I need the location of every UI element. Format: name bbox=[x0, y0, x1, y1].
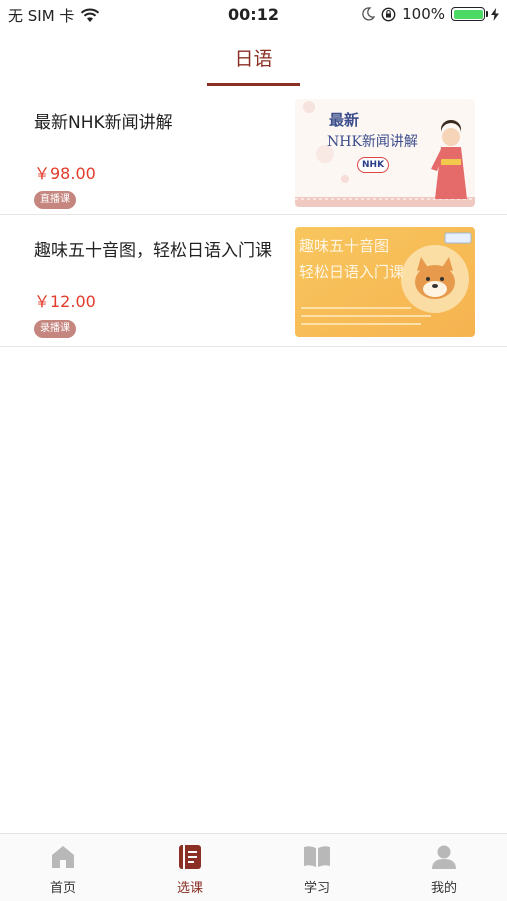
thumbnail-line1: 趣味五十音图 bbox=[299, 237, 390, 255]
nhk-thumbnail-art bbox=[295, 99, 475, 207]
home-icon bbox=[52, 846, 74, 868]
course-title: 最新NHK新闻讲解 bbox=[34, 113, 173, 133]
course-title: 趣味五十音图，轻松日语入门课 bbox=[34, 241, 272, 261]
course-price: ￥98.00 bbox=[34, 164, 96, 183]
battery-icon bbox=[451, 7, 488, 21]
status-bar: 无 SIM 卡 00:12 100% bbox=[0, 0, 507, 30]
nav-label: 选课 bbox=[176, 881, 203, 896]
course-item-gojuon[interactable]: 趣味五十音图，轻松日语入门课 ￥12.00 录播课 趣味五十音图 轻松日语入门课 bbox=[0, 218, 507, 346]
nav-label: 学习 bbox=[303, 881, 330, 896]
course-item-nhk[interactable]: 最新NHK新闻讲解 ￥98.00 直播课 最新 NHK新闻讲解 NHK bbox=[0, 95, 507, 215]
course-price: ￥12.00 bbox=[34, 292, 96, 311]
list-divider bbox=[0, 346, 507, 347]
nav-label: 首页 bbox=[49, 881, 76, 896]
list-divider bbox=[0, 214, 507, 215]
nav-label: 我的 bbox=[430, 881, 457, 896]
nav-courses[interactable]: 选课 bbox=[127, 834, 253, 901]
thumbnail-line2: 轻松日语入门课 bbox=[299, 263, 405, 281]
user-icon bbox=[432, 845, 456, 869]
tab-active-indicator bbox=[207, 83, 300, 86]
nav-profile[interactable]: 我的 bbox=[381, 834, 507, 901]
status-right: 100% bbox=[362, 5, 499, 23]
battery-fill bbox=[453, 9, 483, 19]
nhk-logo: NHK bbox=[357, 157, 390, 173]
tab-japanese[interactable]: 日语 bbox=[207, 44, 300, 71]
charging-icon bbox=[491, 7, 499, 21]
thumbnail-line2: NHK新闻讲解 bbox=[327, 134, 418, 150]
thumbnail-line1: 最新 bbox=[329, 111, 360, 129]
battery-percent: 100% bbox=[402, 5, 445, 23]
orientation-lock-icon bbox=[381, 7, 396, 21]
course-thumbnail: 趣味五十音图 轻松日语入门课 bbox=[295, 227, 475, 337]
open-book-icon bbox=[304, 846, 330, 867]
course-type-badge: 直播课 bbox=[34, 191, 76, 209]
nav-home[interactable]: 首页 bbox=[0, 834, 126, 901]
bottom-tab-bar: 首页 选课 学习 我的 bbox=[0, 833, 507, 901]
course-type-badge: 录播课 bbox=[34, 320, 76, 338]
moon-icon bbox=[362, 7, 376, 21]
nav-study[interactable]: 学习 bbox=[254, 834, 380, 901]
course-thumbnail: 最新 NHK新闻讲解 NHK bbox=[295, 99, 475, 207]
category-tabs: 日语 bbox=[0, 30, 507, 90]
book-icon bbox=[179, 845, 201, 869]
